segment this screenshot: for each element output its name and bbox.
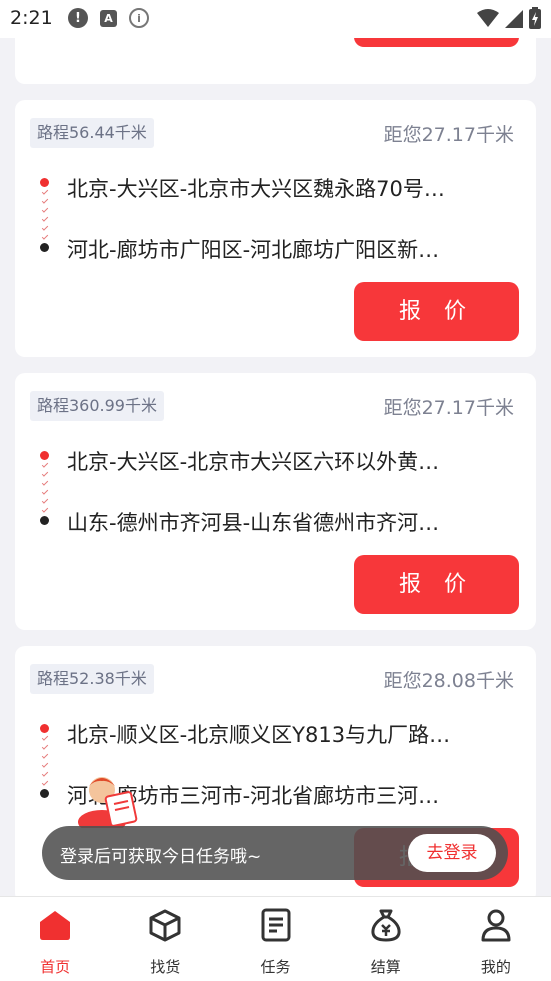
battery-icon (529, 7, 541, 29)
route-line-icon (41, 734, 49, 786)
order-card[interactable]: 路程56.44千米 距您27.17千米 北京-大兴区-北京市大兴区魏永路70号…… (15, 100, 536, 357)
route-distance-tag: 路程56.44千米 (30, 118, 154, 148)
login-toast: 登录后可获取今日任务哦~ 去登录 (42, 826, 508, 880)
origin-dot-icon (40, 451, 49, 460)
bottom-nav: 首页 找货 任务 结算 我的 (0, 896, 551, 981)
destination-address: 山东-德州市齐河县-山东省德州市齐河… (67, 511, 440, 535)
nav-label: 结算 (370, 958, 401, 976)
destination-address: 河北-廊坊市广阳区-河北廊坊广阳区新… (67, 238, 440, 262)
wifi-icon (477, 9, 499, 27)
destination-dot-icon (40, 789, 49, 798)
task-list-icon (258, 907, 294, 943)
alert-icon: ! (68, 8, 88, 28)
notification-icons: ! A i (68, 8, 149, 28)
distance-from-you: 距您27.17千米 (383, 397, 514, 419)
quote-button[interactable]: 报 价 (354, 555, 519, 614)
status-bar: 2:21 ! A i (0, 0, 551, 38)
home-icon (37, 907, 73, 943)
nav-item-mine[interactable]: 我的 (441, 897, 551, 981)
system-icons (477, 7, 541, 29)
signal-icon (505, 10, 523, 28)
destination-dot-icon (40, 243, 49, 252)
route-line-icon (41, 188, 49, 240)
login-button[interactable]: 去登录 (408, 834, 496, 872)
destination-dot-icon (40, 516, 49, 525)
money-bag-icon (368, 907, 404, 943)
a-square-icon: A (100, 10, 117, 27)
nav-item-settlement[interactable]: 结算 (331, 897, 441, 981)
nav-item-home[interactable]: 首页 (0, 897, 110, 981)
distance-from-you: 距您27.17千米 (383, 124, 514, 146)
route-line-icon (41, 461, 49, 513)
user-icon (478, 907, 514, 943)
toast-message: 登录后可获取今日任务哦~ (60, 847, 262, 867)
nav-item-find-goods[interactable]: 找货 (110, 897, 220, 981)
nav-label: 首页 (40, 958, 71, 976)
distance-from-you: 距您28.08千米 (383, 670, 514, 692)
nav-label: 找货 (150, 958, 181, 976)
nav-label: 任务 (260, 958, 291, 976)
origin-address: 北京-顺义区-北京顺义区Y813与九厂路… (67, 723, 451, 747)
info-icon: i (129, 8, 149, 28)
nav-item-tasks[interactable]: 任务 (220, 897, 330, 981)
status-time: 2:21 (10, 7, 53, 29)
origin-dot-icon (40, 724, 49, 733)
route-distance-tag: 路程52.38千米 (30, 664, 154, 694)
box-icon (147, 907, 183, 943)
mascot-icon (78, 777, 138, 828)
origin-address: 北京-大兴区-北京市大兴区六环以外黄… (67, 450, 440, 474)
quote-button[interactable]: 报 价 (354, 282, 519, 341)
origin-address: 北京-大兴区-北京市大兴区魏永路70号… (67, 177, 445, 201)
order-card[interactable]: 路程360.99千米 距您27.17千米 北京-大兴区-北京市大兴区六环以外黄…… (15, 373, 536, 630)
nav-label: 我的 (480, 958, 511, 976)
origin-dot-icon (40, 178, 49, 187)
route-distance-tag: 路程360.99千米 (30, 391, 164, 421)
